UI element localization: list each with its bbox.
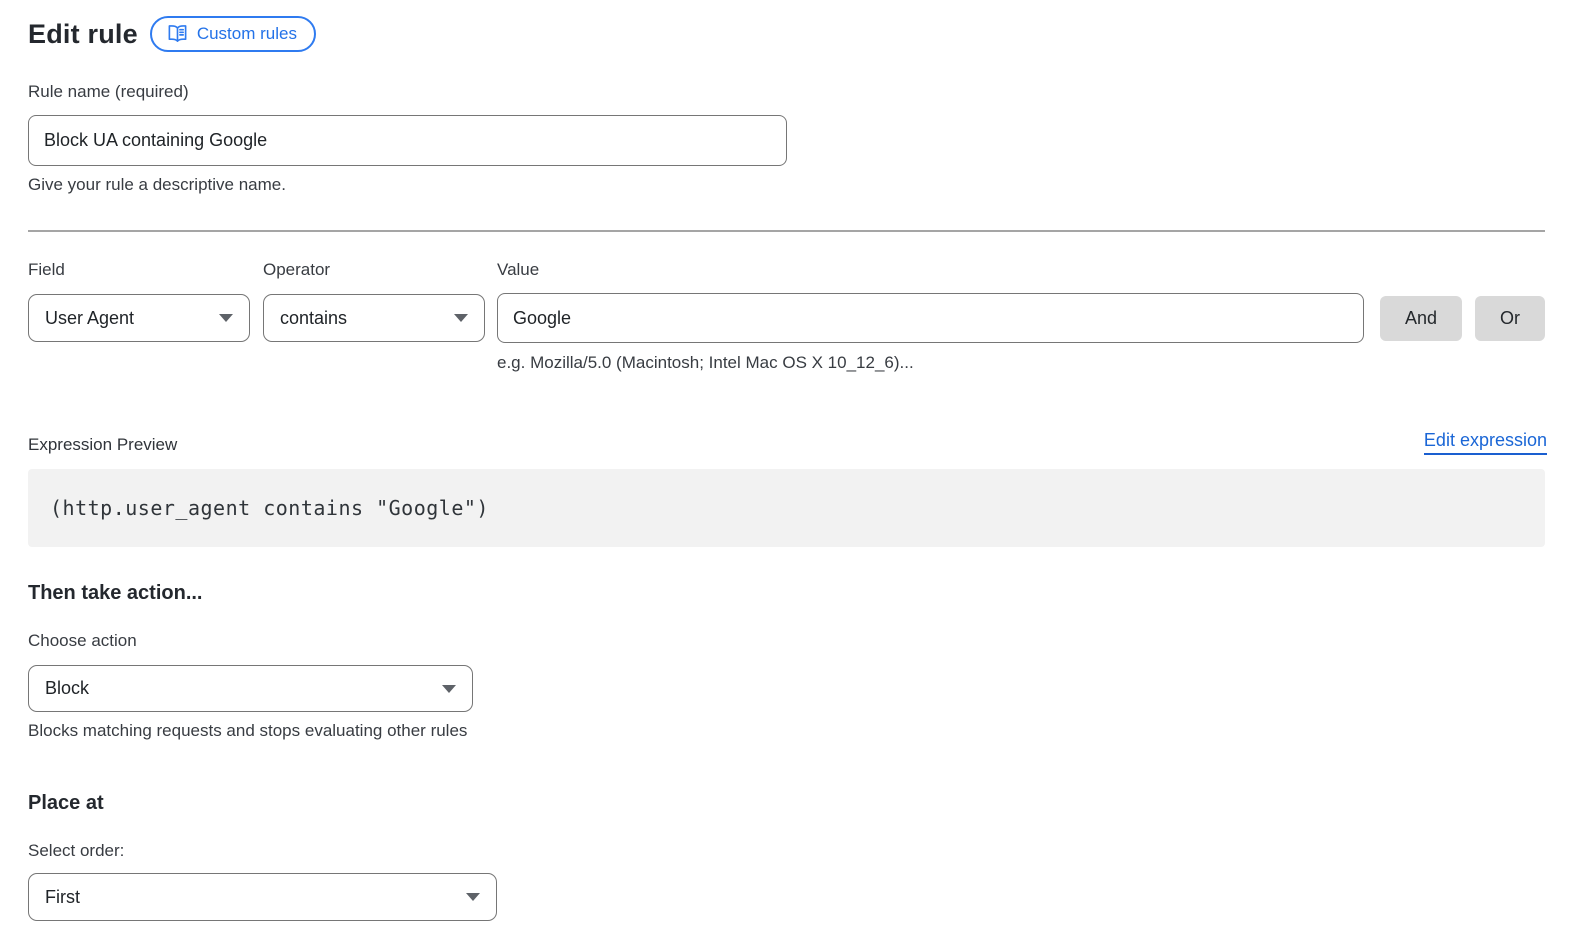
action-help-text: Blocks matching requests and stops evalu… [28,721,1547,741]
condition-row: User Agent contains And Or [28,293,1547,343]
field-select-value: User Agent [45,308,134,329]
and-button[interactable]: And [1380,296,1462,341]
field-select[interactable]: User Agent [28,294,250,342]
edit-expression-link[interactable]: Edit expression [1424,430,1547,455]
field-label: Field [28,260,263,280]
action-section: Then take action... Choose action Block … [28,582,1547,741]
chevron-down-icon [454,314,468,322]
chevron-down-icon [466,893,480,901]
operator-select[interactable]: contains [263,294,485,342]
expression-preview-label: Expression Preview [28,435,177,455]
placement-section: Place at Select order: First [28,792,1547,921]
expression-preview-header: Expression Preview Edit expression [28,430,1547,455]
expression-code-box: (http.user_agent contains "Google") [28,469,1545,547]
chevron-down-icon [442,685,456,693]
order-select[interactable]: First [28,873,497,921]
or-button[interactable]: Or [1475,296,1545,341]
expression-code: (http.user_agent contains "Google") [50,496,489,520]
action-select[interactable]: Block [28,665,473,712]
expression-preview-section: Expression Preview Edit expression (http… [28,430,1547,547]
rule-name-section: Rule name (required) Give your rule a de… [28,82,1547,195]
operator-select-value: contains [280,308,347,329]
choose-action-label: Choose action [28,631,1547,651]
edit-rule-page: Edit rule Custom rules Rule name (requir… [0,0,1575,921]
chevron-down-icon [219,314,233,322]
condition-labels: Field Operator Value [28,260,1547,293]
page-header: Edit rule Custom rules [28,16,1547,52]
value-label: Value [497,260,539,280]
order-select-value: First [45,887,80,908]
place-at-heading: Place at [28,792,1547,815]
custom-rules-docs-button[interactable]: Custom rules [150,16,316,52]
condition-builder: Field Operator Value User Agent contains… [28,260,1547,373]
value-input[interactable] [497,293,1364,343]
action-select-value: Block [45,678,89,699]
rule-name-label: Rule name (required) [28,82,1547,102]
section-divider [28,230,1545,232]
rule-name-input[interactable] [28,115,787,166]
select-order-label: Select order: [28,841,1547,861]
custom-rules-label: Custom rules [197,25,297,42]
open-book-icon [167,24,188,43]
operator-label: Operator [263,260,497,280]
action-heading: Then take action... [28,582,1547,605]
value-help-text: e.g. Mozilla/5.0 (Macintosh; Intel Mac O… [497,353,1547,373]
page-title: Edit rule [28,19,138,50]
rule-name-help-text: Give your rule a descriptive name. [28,175,1547,195]
